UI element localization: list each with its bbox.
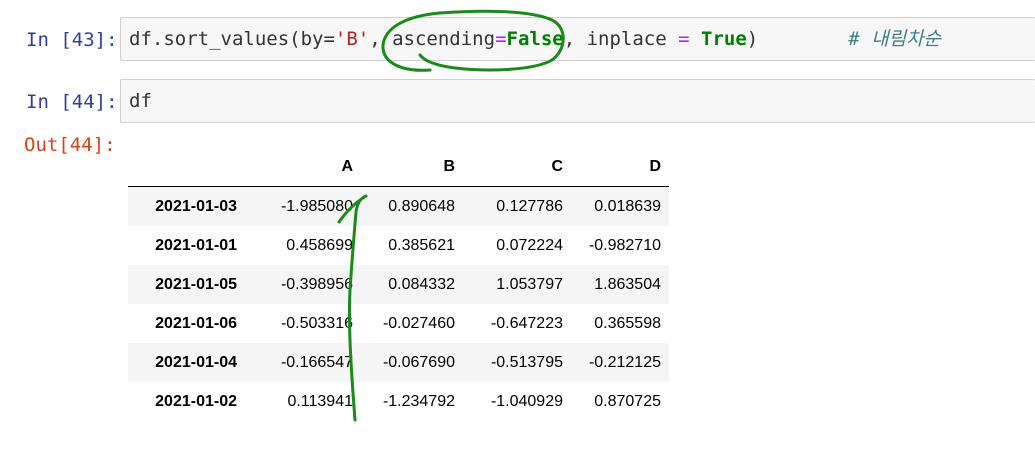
table-cell: -1.985080 xyxy=(280,197,353,215)
code-keyword: True xyxy=(689,28,747,50)
table-header-row: A B C D xyxy=(128,148,669,187)
table-cell: 0.385621 xyxy=(388,236,455,254)
table-cell: -0.513795 xyxy=(490,353,563,371)
code-cell-44[interactable]: df xyxy=(120,79,1035,123)
table-row: 2021-01-04 -0.166547 -0.067690 -0.513795… xyxy=(128,343,669,382)
table-row: 2021-01-05 -0.398956 0.084332 1.053797 1… xyxy=(128,265,669,304)
table-cell: -0.067690 xyxy=(382,353,455,371)
table-cell: -0.398956 xyxy=(280,275,353,293)
code-line: df.sort_values(by='B', ascending=False, … xyxy=(129,27,941,51)
column-header: B xyxy=(361,148,463,187)
table-cell: 0.458699 xyxy=(286,236,353,254)
table-cell: 0.113941 xyxy=(287,392,353,410)
dataframe-table: A B C D 2021-01-03 -1.985080 0.890648 0.… xyxy=(128,148,669,421)
code-text: df.sort_values(by= xyxy=(129,28,335,50)
code-comment: # 내림차순 xyxy=(848,28,942,50)
index-header xyxy=(128,148,245,187)
code-operator: = xyxy=(678,28,690,50)
table-cell: 1.863504 xyxy=(594,275,661,293)
table-cell: 0.127786 xyxy=(496,197,563,215)
table-cell: 0.018639 xyxy=(594,197,661,215)
table-cell: -1.040929 xyxy=(490,392,563,410)
row-index: 2021-01-03 xyxy=(155,197,237,215)
table-cell: -1.234792 xyxy=(382,392,455,410)
row-index: 2021-01-02 xyxy=(155,392,237,410)
output-prompt-44: Out[44]: xyxy=(24,134,116,156)
table-row: 2021-01-02 0.113941 -1.234792 -1.040929 … xyxy=(128,382,669,421)
table-cell: 1.053797 xyxy=(496,275,563,293)
column-header: D xyxy=(571,148,669,187)
table-cell: 0.084332 xyxy=(388,275,455,293)
table-cell: 0.365598 xyxy=(594,314,661,332)
column-header: A xyxy=(245,148,361,187)
code-text: ) xyxy=(746,28,759,50)
table-cell: -0.503316 xyxy=(280,314,353,332)
row-index: 2021-01-05 xyxy=(155,275,237,293)
code-text: , ascending xyxy=(369,28,496,50)
table-row: 2021-01-06 -0.503316 -0.027460 -0.647223… xyxy=(128,304,669,343)
row-index: 2021-01-01 xyxy=(155,236,237,254)
column-header: C xyxy=(463,148,571,187)
table-row: 2021-01-03 -1.985080 0.890648 0.127786 0… xyxy=(128,186,669,226)
table-cell: 0.890648 xyxy=(388,197,455,215)
table-cell: -0.166547 xyxy=(280,353,353,371)
table-cell: 0.072224 xyxy=(496,236,563,254)
table-cell: -0.212125 xyxy=(588,353,661,371)
row-index: 2021-01-04 xyxy=(155,353,237,371)
code-string: 'B' xyxy=(334,28,370,50)
code-line: df xyxy=(129,90,152,112)
code-keyword: False xyxy=(506,28,564,50)
input-prompt-44: In [44]: xyxy=(26,91,118,113)
input-prompt-43: In [43]: xyxy=(26,29,118,51)
table-cell: 0.870725 xyxy=(594,392,661,410)
table-cell: -0.982710 xyxy=(588,236,661,254)
code-operator: = xyxy=(495,28,507,50)
table-cell: -0.027460 xyxy=(382,314,455,332)
table-cell: -0.647223 xyxy=(490,314,563,332)
code-text: , inplace xyxy=(563,28,679,50)
table-row: 2021-01-01 0.458699 0.385621 0.072224 -0… xyxy=(128,226,669,265)
row-index: 2021-01-06 xyxy=(155,314,237,332)
code-cell-43[interactable]: df.sort_values(by='B', ascending=False, … xyxy=(120,17,1035,61)
